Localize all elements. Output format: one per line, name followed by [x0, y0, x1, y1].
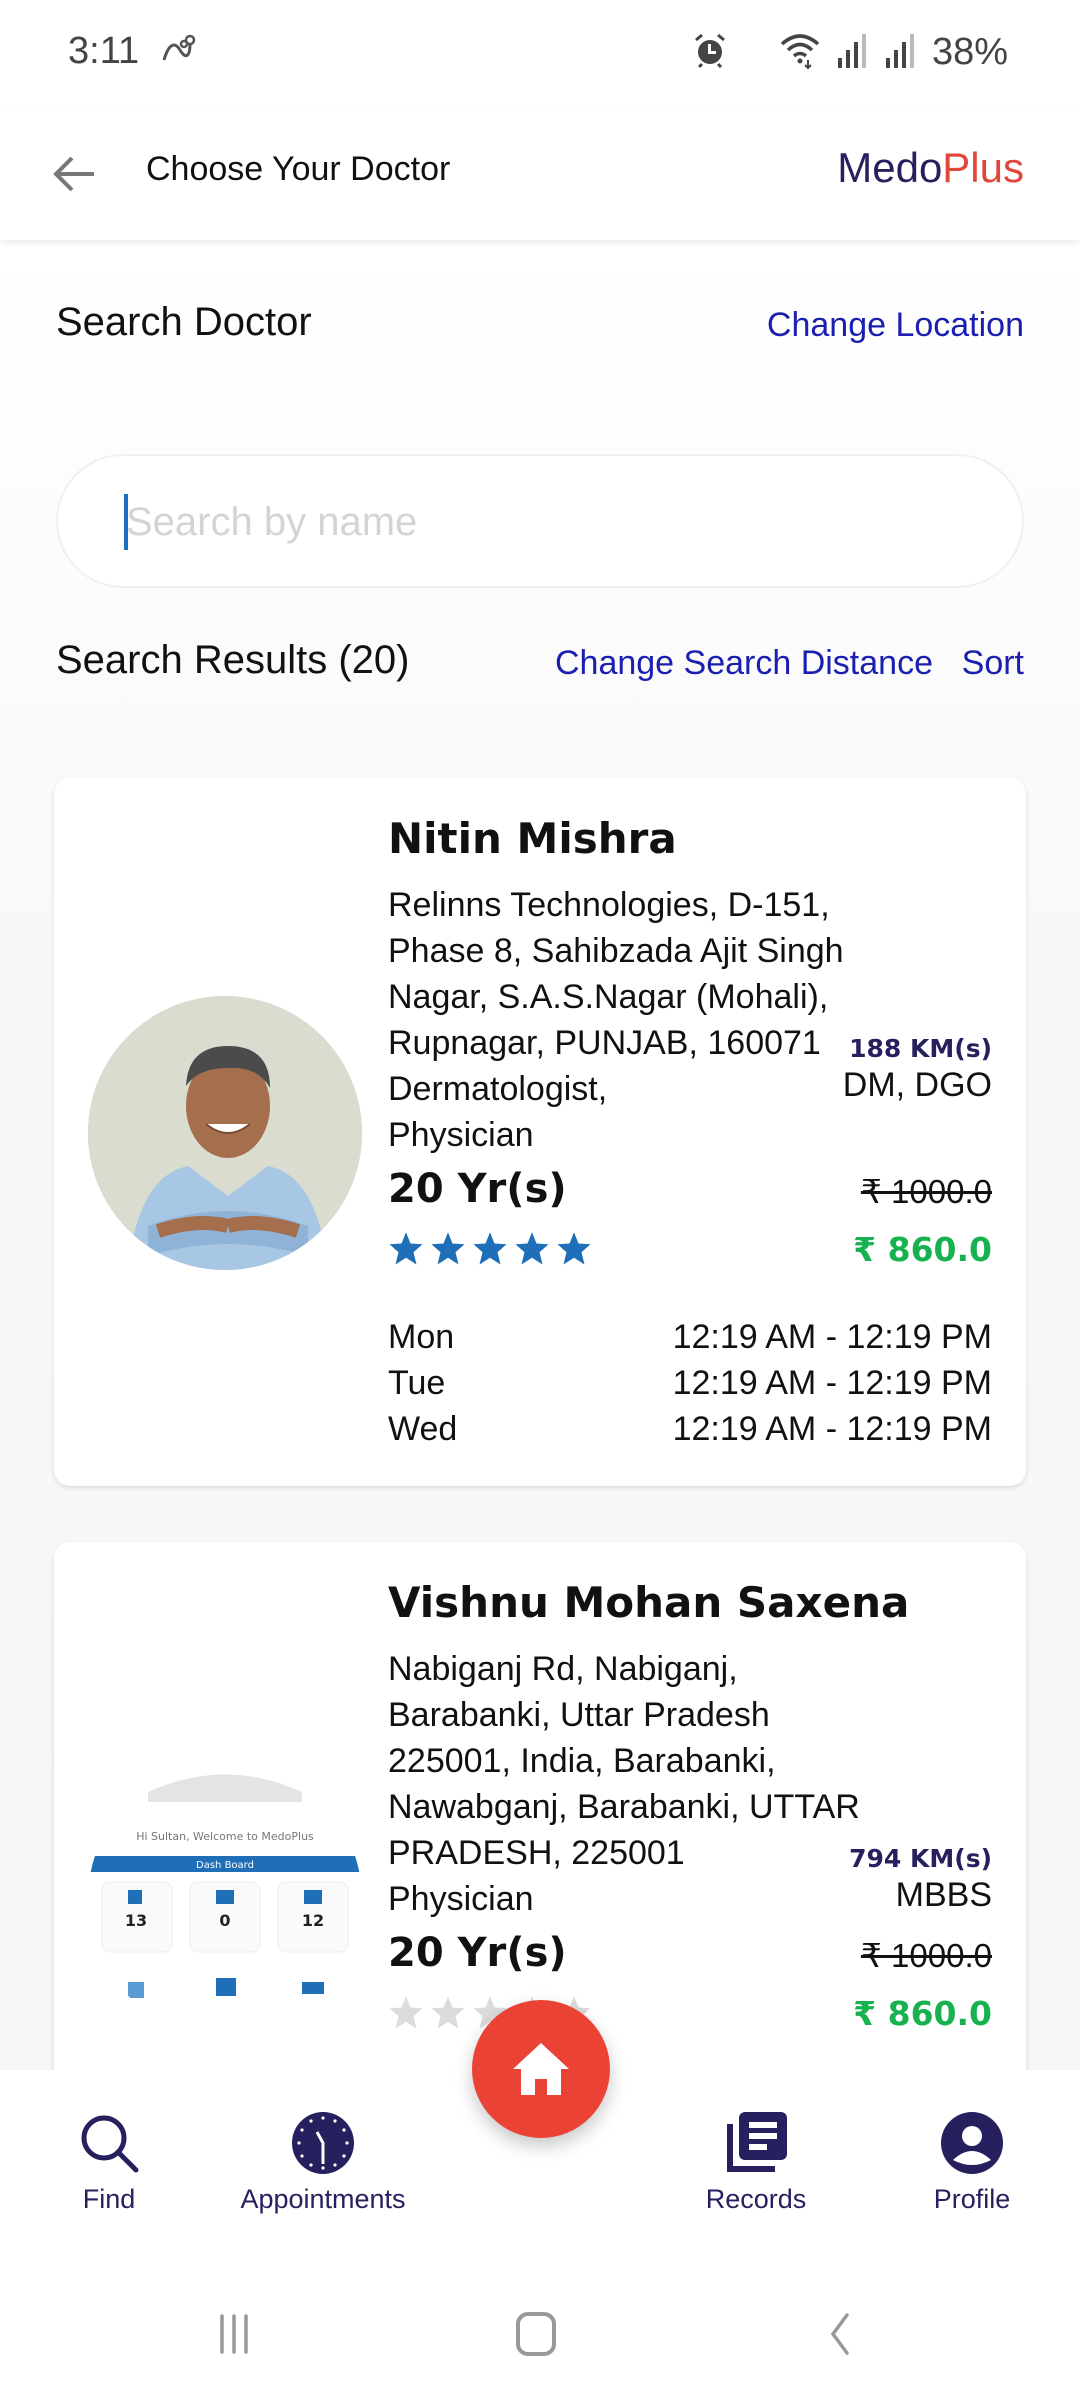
doctor-qualification: MBBS — [895, 1876, 992, 1914]
star-empty-icon — [389, 1996, 423, 2029]
star-filled-icon — [389, 1232, 423, 1265]
status-time: 3:11 — [68, 30, 140, 72]
avatar-stat: 13 — [125, 1911, 147, 1930]
home-outline-icon — [516, 2312, 556, 2356]
rating-stars — [388, 1230, 592, 1266]
doctor-card[interactable]: Nitin Mishra Relinns Technologies, D-151… — [54, 778, 1026, 1486]
link-icon — [158, 30, 198, 79]
price-original: ₹ 1000.0 — [860, 1937, 992, 1974]
star-empty-icon — [431, 1996, 465, 2029]
profile-icon — [941, 2112, 1003, 2174]
doctor-card[interactable]: Hi Sultan, Welcome to MedoPlus Dash Boar… — [54, 1542, 1026, 2070]
nav-label: Appointments — [240, 2184, 406, 2214]
nav-item-find[interactable]: Find — [64, 2110, 154, 2215]
schedule-row: Wed 12:19 AM - 12:19 PM — [388, 1406, 992, 1452]
nav-item-profile[interactable]: Profile — [922, 2110, 1022, 2215]
back-icon — [830, 2313, 849, 2355]
main-content: Search Doctor Change Location Search Res… — [0, 240, 1080, 2070]
nav-label: Profile — [933, 2184, 1011, 2214]
signal-icon — [884, 30, 918, 74]
app-bar: Choose Your Doctor MedoPlus — [0, 110, 1080, 240]
home-icon — [513, 2043, 569, 2095]
schedule-row: Tue 12:19 AM - 12:19 PM — [388, 1360, 992, 1406]
doctor-address: Nabiganj Rd, Nabiganj, Barabanki, Uttar … — [388, 1650, 860, 1872]
search-bar[interactable] — [56, 454, 1024, 588]
recents-icon — [220, 2314, 248, 2354]
page-title: Choose Your Doctor — [146, 150, 451, 188]
schedule-day: Mon — [388, 1318, 455, 1356]
system-nav-bar — [0, 2260, 1080, 2400]
doctor-qualification: DM, DGO — [842, 1066, 992, 1104]
status-icons: 38% — [690, 30, 1008, 74]
doctor-distance: 794 KM(s) — [849, 1844, 992, 1873]
nav-item-records[interactable]: Records — [696, 2110, 816, 2215]
doctor-photo — [88, 996, 362, 1270]
price-original: ₹ 1000.0 — [860, 1173, 992, 1210]
doctor-distance: 188 KM(s) — [849, 1034, 992, 1063]
avatar-stat: 0 — [219, 1911, 230, 1930]
price-discounted: ₹ 860.0 — [853, 1230, 992, 1269]
clock-icon — [292, 2112, 354, 2174]
recents-button[interactable] — [194, 2304, 274, 2364]
brand-logo: MedoPlus — [837, 144, 1024, 192]
star-filled-icon — [431, 1232, 465, 1265]
search-doctor-heading: Search Doctor — [56, 300, 312, 344]
search-icon — [81, 2115, 139, 2173]
alarm-icon — [690, 30, 730, 74]
battery-level: 38% — [931, 30, 1008, 73]
home-fab-button[interactable] — [472, 2000, 610, 2138]
signal-icon — [836, 30, 870, 74]
doctor-schedule: Mon 12:19 AM - 12:19 PM Tue 12:19 AM - 12:… — [388, 1314, 992, 1452]
nav-label: Records — [705, 2184, 807, 2214]
schedule-time: 12:19 AM - 12:19 PM — [672, 1364, 992, 1402]
avatar-stat: 12 — [302, 1911, 324, 1930]
doctor-name: Nitin Mishra — [388, 814, 677, 863]
sort-link[interactable]: Sort — [962, 644, 1024, 683]
doctor-specialization: Dermatologist, Physician — [388, 1070, 608, 1154]
doctor-name: Vishnu Mohan Saxena — [388, 1578, 910, 1627]
star-filled-icon — [515, 1232, 549, 1265]
search-input[interactable] — [126, 486, 986, 558]
schedule-time: 12:19 AM - 12:19 PM — [672, 1318, 992, 1356]
price-discounted: ₹ 860.0 — [853, 1994, 992, 2033]
system-back-button[interactable] — [800, 2304, 880, 2364]
nav-label: Find — [82, 2184, 136, 2214]
change-search-distance-link[interactable]: Change Search Distance — [555, 644, 933, 683]
avatar-banner: Dash Board — [196, 1860, 254, 1871]
records-icon — [727, 2112, 787, 2172]
system-home-button[interactable] — [496, 2304, 576, 2364]
search-results-heading: Search Results (20) — [56, 638, 410, 682]
brand-name-part1: Medo — [837, 144, 943, 191]
wifi-icon — [778, 30, 822, 74]
doctor-experience: 20 Yr(s) — [388, 1166, 567, 1212]
star-filled-icon — [557, 1232, 591, 1265]
status-bar: 3:11 38% — [0, 0, 1080, 110]
change-location-link[interactable]: Change Location — [767, 306, 1024, 345]
arrow-left-icon — [53, 156, 94, 192]
nav-item-appointments[interactable]: Appointments — [228, 2110, 418, 2215]
schedule-day: Tue — [388, 1364, 446, 1402]
schedule-day: Wed — [388, 1410, 458, 1448]
doctor-specialization: Physician — [388, 1880, 534, 1918]
back-button[interactable] — [44, 144, 104, 204]
doctor-avatar — [88, 996, 362, 1270]
brand-name-part2: Plus — [942, 144, 1024, 191]
star-filled-icon — [473, 1232, 507, 1265]
avatar-caption: Hi Sultan, Welcome to MedoPlus — [136, 1830, 314, 1843]
schedule-row: Mon 12:19 AM - 12:19 PM — [388, 1314, 992, 1360]
doctor-photo: Hi Sultan, Welcome to MedoPlus Dash Boar… — [88, 1762, 362, 2036]
doctor-experience: 20 Yr(s) — [388, 1930, 567, 1976]
doctor-address: Relinns Technologies, D-151, Phase 8, Sa… — [388, 886, 844, 1062]
doctor-avatar: Hi Sultan, Welcome to MedoPlus Dash Boar… — [88, 1762, 362, 2036]
schedule-time: 12:19 AM - 12:19 PM — [672, 1410, 992, 1448]
